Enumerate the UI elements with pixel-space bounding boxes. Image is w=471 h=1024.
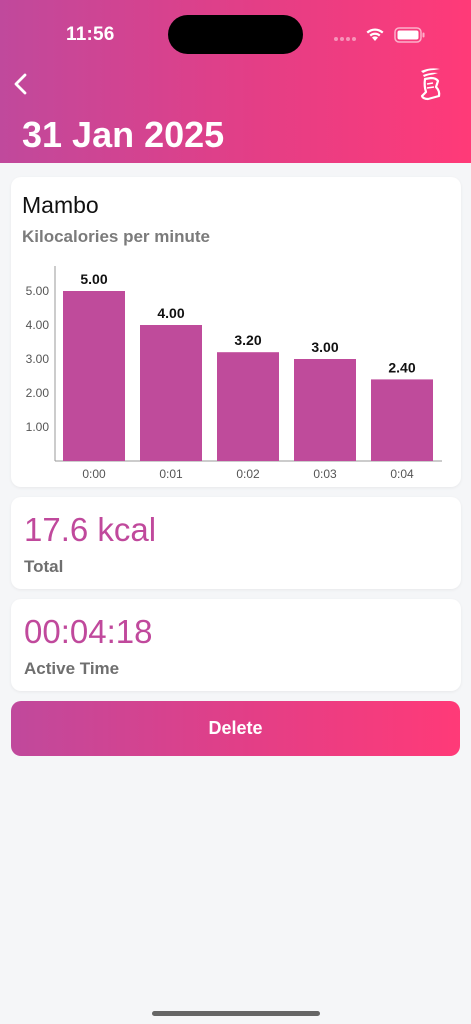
cellular-signal-icon bbox=[334, 37, 356, 41]
bar bbox=[140, 325, 202, 461]
x-tick-label: 0:00 bbox=[82, 467, 106, 481]
bar bbox=[371, 379, 433, 461]
active-time-label: Active Time bbox=[24, 659, 120, 678]
y-tick-label: 5.00 bbox=[26, 284, 50, 298]
x-tick-label: 0:03 bbox=[313, 467, 337, 481]
back-chevron-icon[interactable] bbox=[10, 70, 34, 98]
bar-value-label: 4.00 bbox=[157, 305, 184, 321]
header: 11:56 31 Jan 2025 bbox=[0, 0, 471, 163]
total-card: 17.6 kcal Total bbox=[11, 497, 461, 589]
x-tick-label: 0:04 bbox=[390, 467, 414, 481]
dynamic-island bbox=[168, 15, 303, 54]
bar-value-label: 2.40 bbox=[388, 359, 415, 375]
page-title: 31 Jan 2025 bbox=[22, 114, 225, 155]
calorie-bar-chart: 1.00 2.00 3.00 4.00 5.00 5.00 0:00 4.00 0:01 3.20… bbox=[26, 266, 442, 481]
bar bbox=[63, 291, 125, 461]
bar-value-label: 5.00 bbox=[80, 271, 107, 287]
total-calories-label: Total bbox=[24, 557, 64, 576]
y-tick-label: 1.00 bbox=[26, 420, 50, 434]
battery-icon bbox=[394, 27, 425, 43]
active-time-value: 00:04:18 bbox=[24, 613, 153, 650]
bar bbox=[217, 352, 279, 461]
total-calories-value: 17.6 kcal bbox=[24, 511, 157, 548]
x-tick-label: 0:01 bbox=[159, 467, 183, 481]
wifi-icon bbox=[366, 28, 384, 41]
chart-card: Mambo Kilocalories per minute 1.00 2.00 3.… bbox=[11, 177, 461, 487]
status-time: 11:56 bbox=[66, 24, 115, 45]
x-tick-label: 0:02 bbox=[236, 467, 260, 481]
delete-button[interactable]: Delete bbox=[11, 701, 460, 756]
home-indicator[interactable] bbox=[152, 1011, 320, 1016]
active-time-card: 00:04:18 Active Time bbox=[11, 599, 461, 691]
bar-value-label: 3.00 bbox=[311, 339, 338, 355]
y-tick-label: 3.00 bbox=[26, 352, 50, 366]
winged-shoe-logo-icon bbox=[420, 68, 441, 101]
bar bbox=[294, 359, 356, 461]
bar-value-label: 3.20 bbox=[234, 332, 261, 348]
y-tick-label: 4.00 bbox=[26, 318, 50, 332]
y-tick-label: 2.00 bbox=[26, 386, 50, 400]
